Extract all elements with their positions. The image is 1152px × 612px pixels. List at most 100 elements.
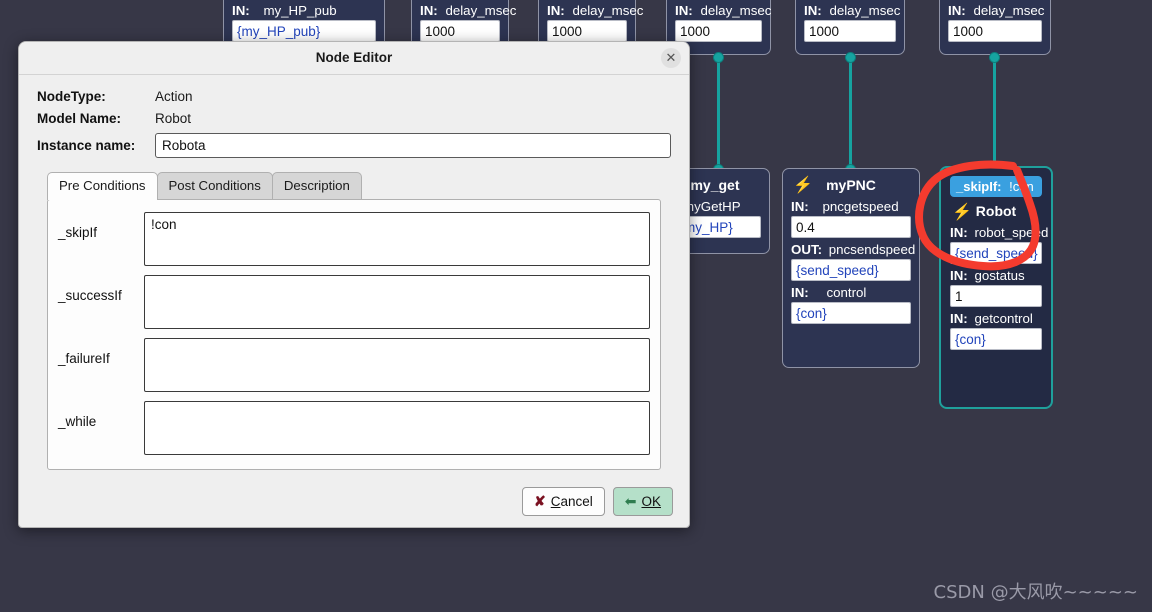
condition-row: _successIf — [58, 275, 650, 329]
failureif-label: _failureIf — [58, 351, 110, 366]
graph-node-mypnc[interactable]: ⚡ myPNC IN: pncgetspeed 0.4 OUT: pncsend… — [782, 168, 920, 368]
node-port-label: IN: delay_msec — [804, 3, 900, 18]
node-port-label: IN: delay_msec — [675, 3, 771, 18]
node-input-field[interactable]: {con} — [791, 302, 911, 324]
node-input-field[interactable]: {send_speed} — [791, 259, 911, 281]
node-input-field[interactable]: my_HP} — [679, 216, 761, 238]
watermark: CSDN @大风吹~~~~~ — [933, 582, 1138, 603]
model-name-row: Model Name: Robot — [37, 111, 671, 126]
skipif-label: _skipIf — [58, 225, 98, 240]
port-name: pncgetspeed — [822, 199, 899, 214]
node-port-label: IN: getcontrol — [950, 311, 1042, 326]
skipif-value: !con — [1009, 179, 1034, 194]
model-name-label: Model Name: — [37, 111, 122, 126]
screen: IN: my_HP_pub {my_HP_pub} IN: delay_msec… — [0, 0, 1152, 612]
node-input-field[interactable]: 1000 — [804, 20, 896, 42]
skipif-label: _skipIf: — [956, 179, 1002, 194]
condition-row: _failureIf — [58, 338, 650, 392]
node-title-text: my_get — [690, 177, 740, 193]
ok-button[interactable]: ⬅ OK — [612, 487, 673, 516]
port-name: delay_msec — [829, 3, 901, 18]
port-direction: IN: — [232, 3, 250, 18]
node-port-label: IN: delay_msec — [547, 3, 643, 18]
instance-name-label: Instance name: — [37, 138, 136, 153]
node-skipif-chip[interactable]: _skipIf: !con — [950, 176, 1042, 197]
node-port-label: IN: pncgetspeed — [791, 199, 911, 214]
port-direction: IN: — [948, 3, 966, 18]
port-name: pncsendspeed — [828, 242, 916, 257]
tab-description[interactable]: Description — [271, 172, 362, 199]
graph-port-dot[interactable] — [713, 52, 724, 63]
failureif-input[interactable] — [144, 338, 650, 392]
instance-name-row: Instance name: — [37, 133, 671, 158]
node-port-label: IN: delay_msec — [948, 3, 1044, 18]
port-name: delay_msec — [445, 3, 517, 18]
bolt-icon: ⚡ — [952, 204, 972, 221]
dialog-title: Node Editor — [315, 50, 393, 65]
dialog-footer: ✘ Cancel ⬅ OK — [521, 487, 673, 516]
close-icon[interactable]: ✕ — [661, 48, 681, 68]
graph-node-delay-5[interactable]: IN: delay_msec 1000 — [939, 0, 1051, 55]
port-name: robot_speed — [974, 225, 1049, 240]
tab-post-conditions[interactable]: Post Conditions — [156, 172, 273, 199]
dialog-body: NodeType: Action Model Name: Robot Insta… — [19, 75, 689, 470]
successif-input[interactable] — [144, 275, 650, 329]
node-input-field[interactable]: {my_HP_pub} — [232, 20, 376, 42]
tab-pre-conditions[interactable]: Pre Conditions — [47, 172, 158, 200]
port-direction: OUT: — [791, 242, 823, 257]
while-input[interactable] — [144, 401, 650, 455]
node-port-label: IN: my_HP_pub — [232, 3, 376, 18]
bolt-icon: ⚡ — [793, 177, 813, 194]
node-title-text: Robot — [975, 203, 1017, 219]
graph-link — [993, 56, 996, 168]
node-port-label: IN: delay_msec — [420, 3, 516, 18]
graph-link — [717, 56, 720, 170]
cancel-rest: ancel — [560, 494, 593, 509]
graph-node-delay-4[interactable]: IN: delay_msec 1000 — [795, 0, 905, 55]
node-input-field[interactable]: 0.4 — [791, 216, 911, 238]
cancel-accel: C — [550, 494, 561, 509]
graph-port-dot[interactable] — [989, 52, 1000, 63]
x-mark-icon: ✘ — [533, 493, 546, 509]
node-port-label: IN: robot_speed — [950, 225, 1048, 240]
dialog-titlebar[interactable]: Node Editor ✕ — [19, 42, 689, 75]
instance-name-input[interactable] — [155, 133, 671, 158]
port-name: delay_msec — [700, 3, 772, 18]
cancel-button[interactable]: ✘ Cancel — [521, 487, 605, 516]
node-title: ⚡ Robot — [950, 199, 1042, 224]
cancel-button-label: Cancel — [551, 494, 593, 509]
node-title: ⚡ myPNC — [791, 175, 911, 198]
port-name: control — [826, 285, 867, 300]
node-input-field[interactable]: 1000 — [420, 20, 500, 42]
condition-row: _skipIf — [58, 212, 650, 266]
graph-port-dot[interactable] — [845, 52, 856, 63]
port-direction: IN: — [675, 3, 693, 18]
model-name-value: Robot — [155, 111, 192, 126]
node-input-field[interactable]: 1000 — [547, 20, 627, 42]
node-editor-dialog: Node Editor ✕ NodeType: Action Model Nam… — [18, 41, 690, 528]
node-input-field[interactable]: 1 — [950, 285, 1042, 307]
pre-conditions-panel: _skipIf _successIf _failureIf _while — [47, 199, 661, 470]
node-input-field[interactable]: {con} — [950, 328, 1042, 350]
check-arrow-icon: ⬅ — [624, 493, 637, 509]
condition-row: _while — [58, 401, 650, 455]
tab-bar[interactable]: Pre Conditions Post Conditions Descripti… — [37, 172, 671, 200]
port-direction: IN: — [950, 311, 968, 326]
node-input-field[interactable]: {send_speed} — [950, 242, 1042, 264]
port-name: myGetHP — [683, 199, 741, 214]
port-name: my_HP_pub — [263, 3, 337, 18]
port-direction: IN: — [804, 3, 822, 18]
port-direction: IN: — [950, 225, 968, 240]
node-input-field[interactable]: 1000 — [675, 20, 762, 42]
node-title-text: myPNC — [826, 177, 876, 193]
ok-button-label: OK — [641, 494, 661, 509]
nodetype-row: NodeType: Action — [37, 89, 671, 104]
node-input-field[interactable]: 1000 — [948, 20, 1042, 42]
port-direction: IN: — [950, 268, 968, 283]
skipif-input[interactable] — [144, 212, 650, 266]
port-name: delay_msec — [572, 3, 644, 18]
successif-label: _successIf — [58, 288, 122, 303]
port-direction: IN: — [791, 199, 809, 214]
graph-node-robot[interactable]: _skipIf: !con ⚡ Robot IN: robot_speed {s… — [939, 166, 1053, 409]
port-direction: IN: — [420, 3, 438, 18]
